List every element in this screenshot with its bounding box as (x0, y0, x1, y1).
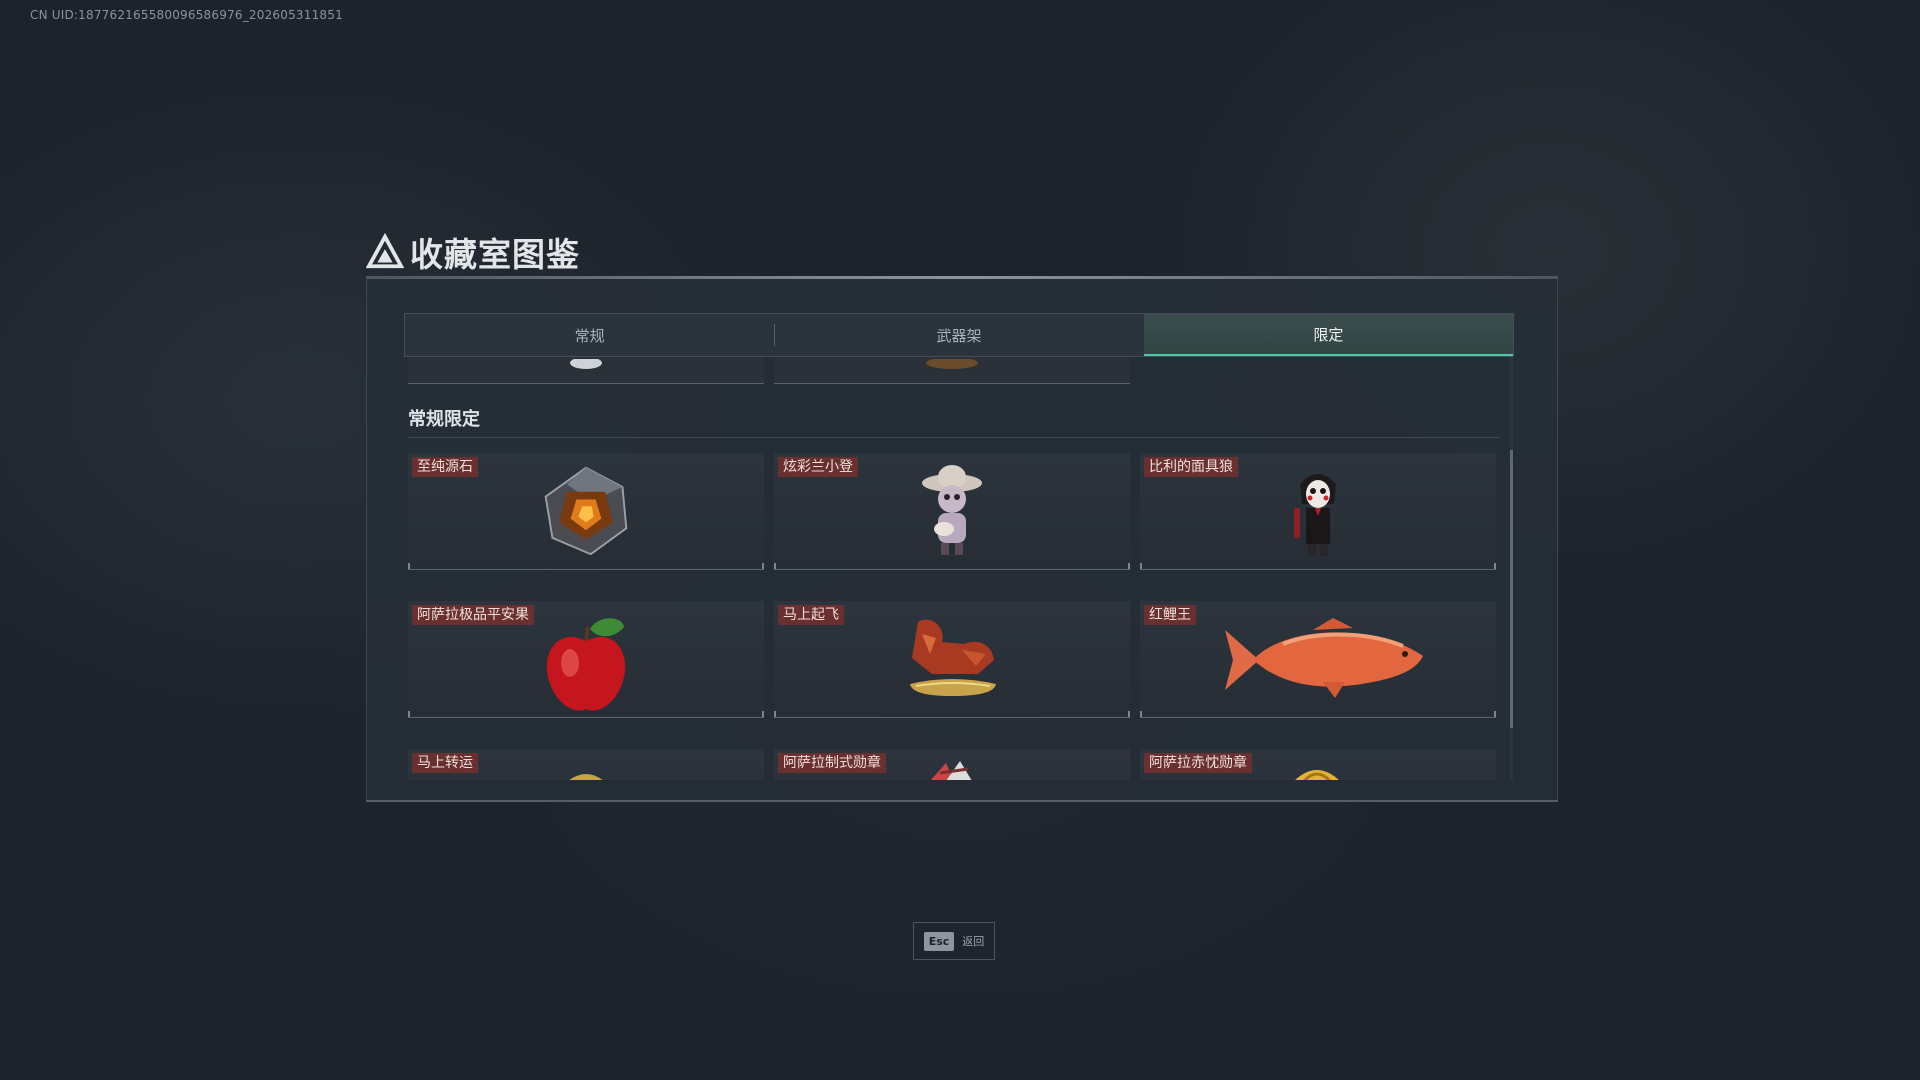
card-label: 阿萨拉极品平安果 (412, 605, 534, 625)
gold-medal-icon (1295, 770, 1339, 780)
uid-text: CN UID:187762165580096586976_20260531185… (30, 8, 343, 22)
collection-card[interactable]: 马上起飞 (774, 601, 1130, 718)
collection-card[interactable]: 至纯源石 (408, 453, 764, 570)
panel-bottom-divider (366, 800, 1558, 802)
collection-list: 常规限定 至纯源石 炫彩兰小登 比利的面具狼 阿萨拉极品平安果 马上起飞 红鲤王… (404, 357, 1510, 780)
scroll-thumb[interactable] (1510, 450, 1513, 728)
card-label: 阿萨拉制式勋章 (778, 753, 886, 773)
partial-card[interactable] (774, 357, 1130, 384)
figurine-icon (922, 465, 982, 555)
tab-limited[interactable]: 限定 (1143, 314, 1513, 356)
esc-key-icon: Esc (923, 931, 955, 951)
partial-card[interactable] (408, 357, 764, 384)
page-title: 收藏室图鉴 (366, 228, 580, 276)
tab-weapon-rack[interactable]: 武器架 (774, 314, 1143, 356)
card-label: 马上转运 (412, 753, 478, 773)
tab-bar: 常规 武器架 限定 (404, 313, 1514, 357)
section-title: 常规限定 (408, 409, 480, 430)
back-label: 返回 (962, 935, 985, 948)
card-label: 马上起飞 (778, 605, 844, 625)
crystal-icon (544, 466, 628, 556)
horse-icon (910, 619, 996, 696)
back-button[interactable]: Esc 返回 (913, 922, 995, 960)
collection-card[interactable]: 马上转运 (408, 749, 764, 780)
card-label: 阿萨拉赤忱勋章 (1144, 753, 1252, 773)
apple-icon (546, 618, 626, 711)
medal-icon (930, 761, 972, 780)
card-label: 至纯源石 (412, 457, 478, 477)
collection-card[interactable]: 炫彩兰小登 (774, 453, 1130, 570)
collection-card[interactable]: 阿萨拉赤忱勋章 (1140, 749, 1496, 780)
collection-card[interactable]: 红鲤王 (1140, 601, 1496, 718)
triangle-logo-icon (366, 233, 404, 269)
card-label: 炫彩兰小登 (778, 457, 858, 477)
carp-icon (1225, 618, 1424, 698)
collection-card[interactable]: 比利的面具狼 (1140, 453, 1496, 570)
partial-item-icon (570, 359, 602, 369)
puppet-icon (1294, 474, 1336, 556)
card-label: 红鲤王 (1144, 605, 1196, 625)
page-title-text: 收藏室图鉴 (410, 235, 580, 274)
collection-card[interactable]: 阿萨拉极品平安果 (408, 601, 764, 718)
panel-top-divider (366, 276, 1558, 279)
card-label: 比利的面具狼 (1144, 457, 1238, 477)
collection-card[interactable]: 阿萨拉制式勋章 (774, 749, 1130, 780)
gold-horse-icon (569, 774, 603, 780)
partial-item-icon (926, 359, 978, 369)
section-divider (408, 437, 1500, 438)
tab-regular[interactable]: 常规 (405, 314, 774, 356)
